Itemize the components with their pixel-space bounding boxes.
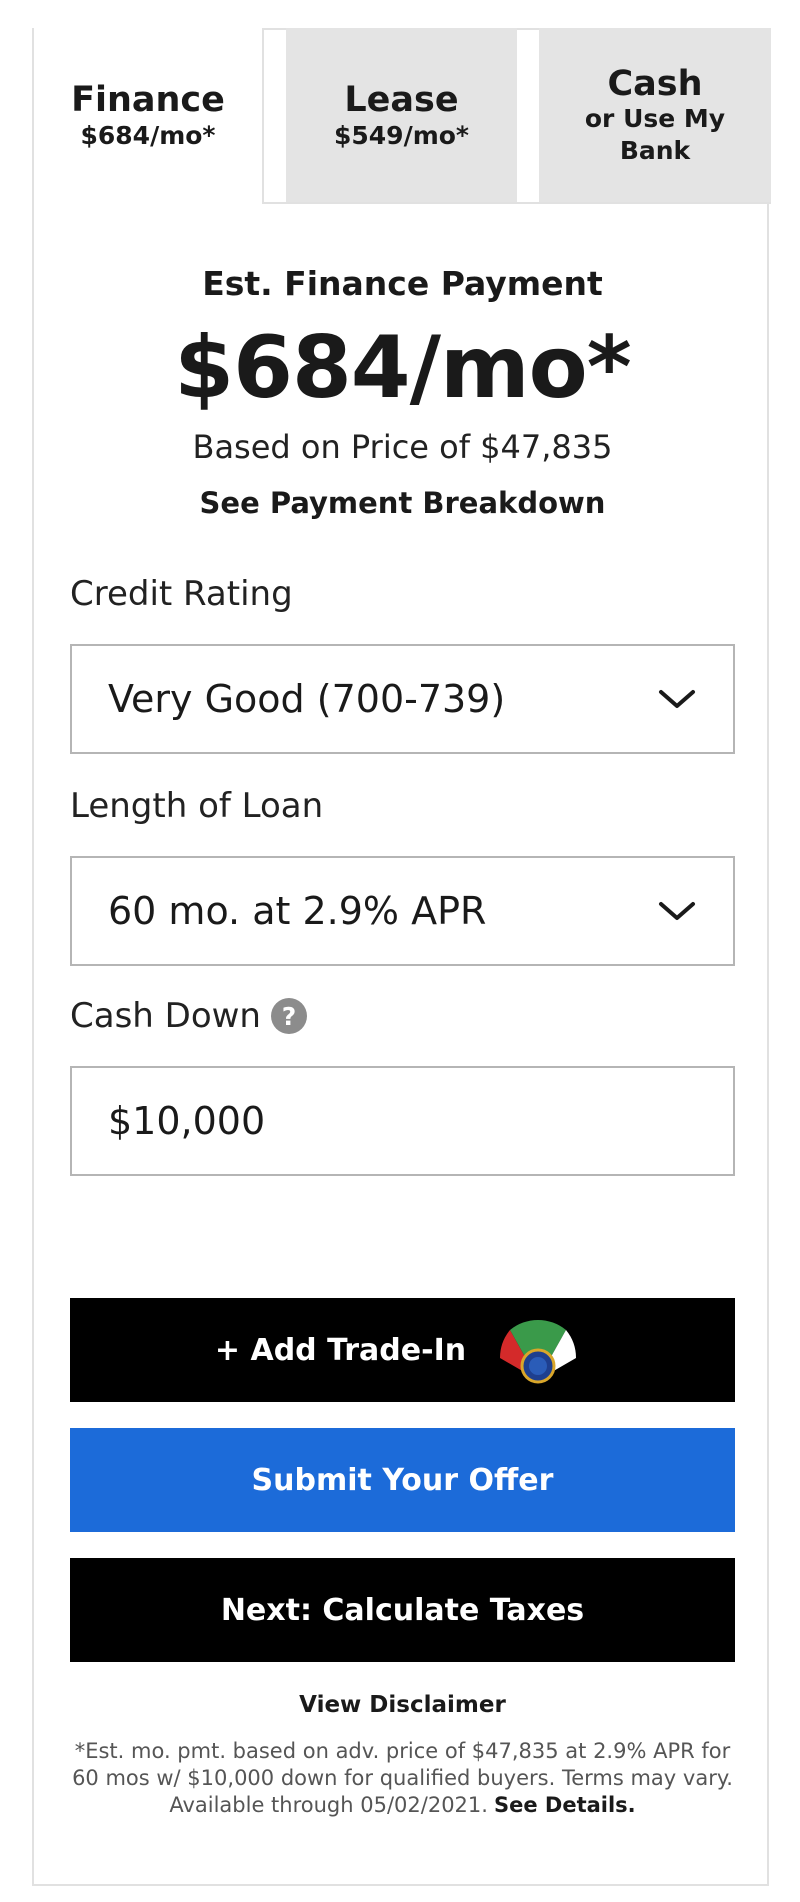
chevron-down-icon xyxy=(659,690,695,708)
kelley-blue-book-logo-icon xyxy=(500,1319,577,1384)
based-on-price: Based on Price of $47,835 xyxy=(192,428,613,466)
question-circle-icon[interactable]: ? xyxy=(270,998,307,1034)
payment-breakdown-link[interactable]: See Payment Breakdown xyxy=(34,486,771,520)
chevron-down-icon xyxy=(659,902,695,920)
tab-cash-title: Cash xyxy=(607,64,703,104)
loan-length-value: 60 mo. at 2.9% APR xyxy=(108,889,487,933)
cash-down-value: $10,000 xyxy=(108,1099,266,1143)
credit-rating-select[interactable]: Very Good (700-739) xyxy=(70,644,735,754)
payment-type-tabs: Finance $684/mo* Lease $549/mo* Cash or … xyxy=(34,28,771,204)
loan-length-select[interactable]: 60 mo. at 2.9% APR xyxy=(70,856,735,966)
tab-cash-subtitle: or Use My Bank xyxy=(584,104,726,165)
credit-rating-value: Very Good (700-739) xyxy=(108,677,506,721)
see-details-link[interactable]: See Details. xyxy=(494,1793,636,1817)
loan-length-label: Length of Loan xyxy=(70,786,324,826)
payment-calculator-card: Finance $684/mo* Lease $549/mo* Cash or … xyxy=(32,28,771,1886)
tab-finance[interactable]: Finance $684/mo* xyxy=(34,28,264,204)
add-trade-in-button[interactable]: + Add Trade-In xyxy=(70,1298,735,1402)
cash-down-label: Cash Down xyxy=(70,996,261,1036)
tab-lease-title: Lease xyxy=(344,80,459,120)
cash-down-input[interactable]: $10,000 xyxy=(70,1066,735,1176)
calculate-taxes-button[interactable]: Next: Calculate Taxes xyxy=(70,1558,735,1662)
tab-finance-price: $684/mo* xyxy=(80,121,216,150)
tab-lease[interactable]: Lease $549/mo* xyxy=(286,28,517,204)
credit-rating-label: Credit Rating xyxy=(70,574,293,614)
tab-finance-title: Finance xyxy=(71,80,225,120)
est-payment-amount: $684/mo* xyxy=(174,318,631,418)
add-trade-in-label: + Add Trade-In xyxy=(214,1332,467,1368)
disclaimer-text-block: *Est. mo. pmt. based on adv. price of $4… xyxy=(70,1738,735,1819)
tab-lease-price: $549/mo* xyxy=(333,121,469,150)
tab-cash[interactable]: Cash or Use My Bank xyxy=(539,28,771,204)
est-payment-label: Est. Finance Payment xyxy=(202,264,603,303)
view-disclaimer-link[interactable]: View Disclaimer xyxy=(34,1692,771,1718)
submit-offer-button[interactable]: Submit Your Offer xyxy=(70,1428,735,1532)
tab-divider xyxy=(264,202,771,204)
cash-down-label-row: Cash Down ? xyxy=(70,996,307,1036)
